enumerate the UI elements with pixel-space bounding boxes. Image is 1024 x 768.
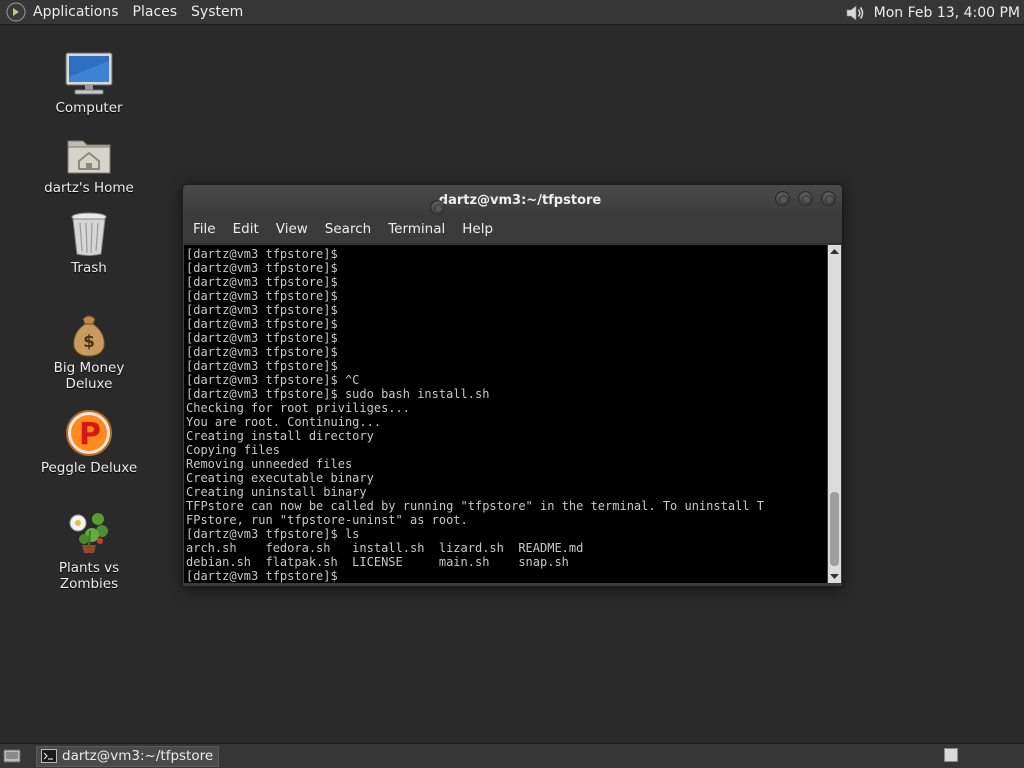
terminal-line: Creating executable binary — [186, 471, 374, 485]
window-title: dartz@vm3:~/tfpstore — [438, 192, 602, 208]
terminal-line: Creating install directory — [186, 429, 374, 443]
places-menu[interactable]: Places — [133, 4, 178, 20]
menu-search[interactable]: Search — [317, 221, 379, 237]
desktop-icon-label: Peggle Deluxe — [40, 460, 138, 476]
titlebar[interactable]: dartz@vm3:~/tfpstore — [183, 185, 842, 215]
terminal-text: [dartz@vm3 tfpstore]$ [dartz@vm3 tfpstore… — [184, 245, 827, 583]
taskbar-terminal-button[interactable]: dartz@vm3:~/tfpstore — [36, 745, 220, 767]
menu-file[interactable]: File — [185, 221, 224, 237]
terminal-line: [dartz@vm3 tfpstore]$ — [186, 317, 338, 331]
bottom-panel: dartz@vm3:~/tfpstore — [0, 743, 1024, 768]
menu-edit[interactable]: Edit — [225, 221, 267, 237]
money-bag-icon: $ — [63, 305, 115, 357]
terminal-line: [dartz@vm3 tfpstore]$ — [186, 303, 338, 317]
scroll-down-arrow-icon[interactable] — [828, 570, 841, 583]
desktop-icon-plants-vs-zombies[interactable]: Plants vs Zombies — [29, 505, 149, 592]
window-controls — [775, 191, 836, 206]
desktop-icon-label: dartz's Home — [44, 180, 134, 196]
terminal-line: arch.sh fedora.sh install.sh lizard.sh R… — [186, 541, 584, 555]
computer-icon — [63, 45, 115, 97]
terminal-output[interactable]: [dartz@vm3 tfpstore]$ [dartz@vm3 tfpstore… — [184, 245, 827, 583]
menu-terminal[interactable]: Terminal — [380, 221, 453, 237]
desktop-icon-label: Big Money Deluxe — [53, 360, 125, 392]
volume-icon[interactable] — [844, 3, 866, 23]
gnome-foot-icon[interactable] — [5, 1, 27, 23]
desktop-icon-computer[interactable]: Computer — [29, 45, 149, 116]
terminal-line: [dartz@vm3 tfpstore]$ sudo bash install.… — [186, 387, 490, 401]
terminal-line: TFPstore can now be called by running "t… — [186, 499, 764, 513]
desktop-icon-label: Plants vs Zombies — [58, 560, 120, 592]
terminal-line: [dartz@vm3 tfpstore]$ — [186, 275, 338, 289]
terminal-line: [dartz@vm3 tfpstore]$ — [186, 331, 338, 345]
clock[interactable]: Mon Feb 13, 4:00 PM — [874, 5, 1020, 21]
home-folder-icon — [63, 125, 115, 177]
terminal-line: [dartz@vm3 tfpstore]$ — [186, 261, 338, 275]
desktop-icon-big-money[interactable]: $ Big Money Deluxe — [29, 305, 149, 392]
terminal-line: debian.sh flatpak.sh LICENSE main.sh sna… — [186, 555, 569, 569]
terminal-line: Creating uninstall binary — [186, 485, 367, 499]
terminal-line: [dartz@vm3 tfpstore]$ — [186, 247, 338, 261]
window-menu-button[interactable] — [429, 199, 445, 215]
svg-text:$: $ — [83, 332, 95, 352]
terminal-line: [dartz@vm3 tfpstore]$ — [186, 569, 338, 583]
close-button[interactable] — [821, 191, 836, 206]
terminal-icon — [41, 749, 57, 763]
svg-text:P: P — [79, 417, 101, 452]
top-panel: Applications Places System Mon Feb 13, 4… — [0, 0, 1024, 25]
desktop-icon-label: Trash — [71, 260, 107, 276]
applications-menu[interactable]: Applications — [33, 4, 119, 20]
terminal-window[interactable]: dartz@vm3:~/tfpstore File Edit View Sear… — [182, 184, 843, 587]
desktop-icon-peggle[interactable]: P Peggle Deluxe — [29, 405, 149, 476]
desktop-icon-home[interactable]: dartz's Home — [29, 125, 149, 196]
terminal-line: [dartz@vm3 tfpstore]$ ^C — [186, 373, 360, 387]
terminal-line: [dartz@vm3 tfpstore]$ — [186, 359, 338, 373]
terminal-menubar: File Edit View Search Terminal Help — [183, 215, 842, 244]
system-menu[interactable]: System — [191, 4, 243, 20]
peggle-icon: P — [63, 405, 115, 457]
terminal-line: [dartz@vm3 tfpstore]$ — [186, 289, 338, 303]
terminal-line: You are root. Continuing... — [186, 415, 382, 429]
terminal-scrollbar[interactable] — [828, 245, 841, 583]
taskbar-button-label: dartz@vm3:~/tfpstore — [62, 748, 214, 764]
show-desktop-icon[interactable] — [2, 747, 22, 765]
terminal-line: Checking for root priviliges... — [186, 401, 410, 415]
minimize-button[interactable] — [775, 191, 790, 206]
scroll-up-arrow-icon[interactable] — [828, 245, 841, 258]
terminal-line: [dartz@vm3 tfpstore]$ — [186, 345, 338, 359]
maximize-button[interactable] — [798, 191, 813, 206]
terminal-line: Removing unneeded files — [186, 457, 353, 471]
menu-view[interactable]: View — [268, 221, 316, 237]
plants-vs-zombies-icon — [63, 505, 115, 557]
menu-help[interactable]: Help — [454, 221, 501, 237]
terminal-line: [dartz@vm3 tfpstore]$ ls — [186, 527, 360, 541]
scrollbar-thumb[interactable] — [830, 492, 839, 566]
terminal-line: Copying files — [186, 443, 280, 457]
workspace-switcher[interactable] — [944, 748, 958, 762]
desktop-icon-label: Computer — [55, 100, 123, 116]
desktop-icon-trash[interactable]: Trash — [29, 205, 149, 276]
trash-icon — [63, 205, 115, 257]
terminal-line: FPstore, run "tfpstore-uninst" as root. — [186, 513, 468, 527]
top-panel-right: Mon Feb 13, 4:00 PM — [844, 0, 1020, 25]
